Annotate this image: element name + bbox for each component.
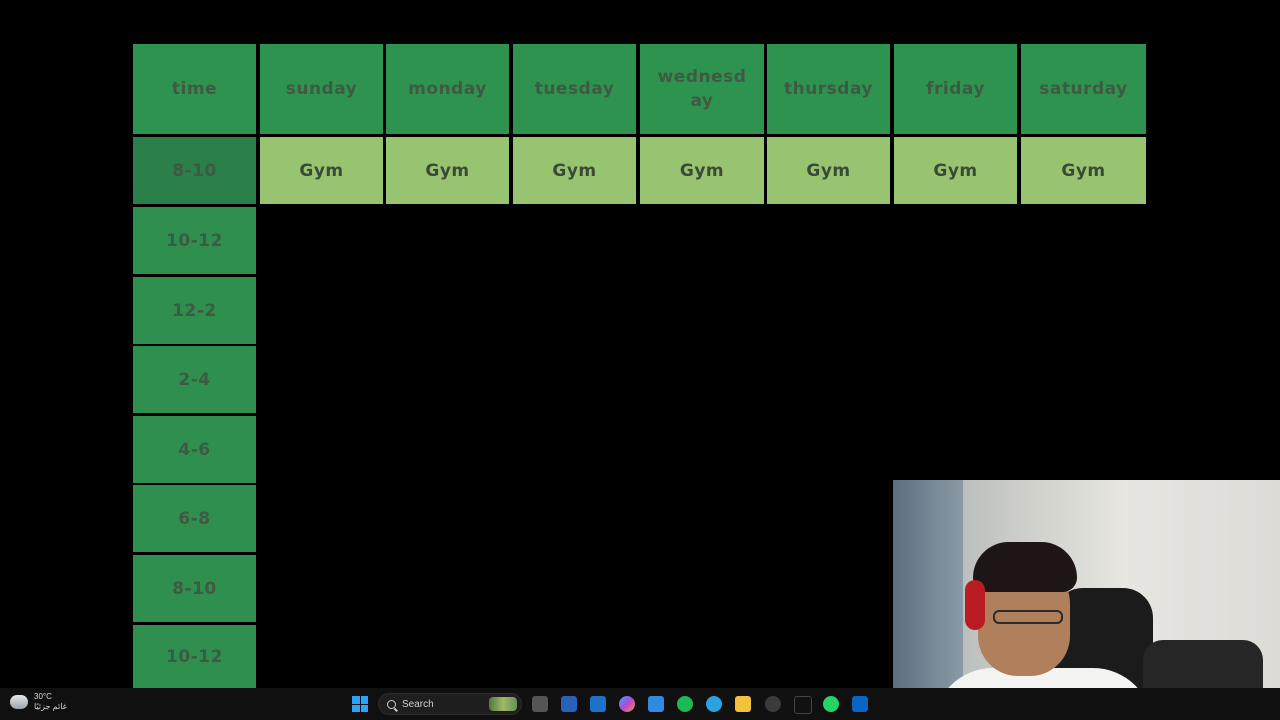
- cell-wednesday-8-10: Gym: [640, 137, 764, 204]
- search-highlight-icon: [489, 697, 517, 711]
- header-sunday: sunday: [260, 44, 383, 134]
- weather-temp: 30°C: [34, 692, 52, 701]
- cell-saturday-8-10: Gym: [1021, 137, 1146, 204]
- whatsapp-icon[interactable]: [823, 696, 839, 712]
- time-slot-4-6: 4-6: [133, 416, 256, 483]
- header-monday: monday: [386, 44, 509, 134]
- time-slot-6-8: 6-8: [133, 485, 256, 552]
- time-slot-2-4: 2-4: [133, 346, 256, 413]
- weather-widget[interactable]: 30°C غائم جزئيًا: [8, 690, 67, 712]
- partly-cloudy-icon: [8, 690, 28, 709]
- time-slot-12-2: 12-2: [133, 277, 256, 344]
- cell-sunday-8-10: Gym: [260, 137, 383, 204]
- search-placeholder: Search: [402, 698, 434, 710]
- header-tuesday: tuesday: [513, 44, 636, 134]
- header-saturday: saturday: [1021, 44, 1146, 134]
- store-icon[interactable]: [648, 696, 664, 712]
- cell-tuesday-8-10: Gym: [513, 137, 636, 204]
- cell-thursday-8-10: Gym: [767, 137, 890, 204]
- chrome-icon[interactable]: [765, 696, 781, 712]
- windows-start-icon[interactable]: [352, 696, 368, 712]
- cell-monday-8-10: Gym: [386, 137, 509, 204]
- taskbar: [0, 688, 1280, 720]
- header-friday: friday: [894, 44, 1017, 134]
- search-icon: [387, 699, 396, 709]
- cell-friday-8-10: Gym: [894, 137, 1017, 204]
- header-thursday: thursday: [767, 44, 890, 134]
- time-slot-8-10-evening: 8-10: [133, 555, 256, 622]
- task-view-icon[interactable]: [532, 696, 548, 712]
- time-slot-8-10: 8-10: [133, 137, 256, 204]
- header-time: time: [133, 44, 256, 134]
- tiktok-icon[interactable]: [794, 696, 812, 714]
- telegram-icon[interactable]: [706, 696, 722, 712]
- taskbar-search[interactable]: Search: [378, 693, 522, 715]
- header-wednesday: wednesday: [640, 44, 764, 134]
- weather-condition: غائم جزئيًا: [34, 702, 67, 711]
- word-icon[interactable]: [561, 696, 577, 712]
- copilot-icon[interactable]: [619, 696, 635, 712]
- spotify-icon[interactable]: [677, 696, 693, 712]
- linkedin-icon[interactable]: [852, 696, 868, 712]
- time-slot-10-12-night: 10-12: [133, 625, 256, 688]
- webcam-overlay: [893, 480, 1280, 720]
- time-slot-10-12: 10-12: [133, 207, 256, 274]
- outlook-icon[interactable]: [590, 696, 606, 712]
- file-explorer-icon[interactable]: [735, 696, 751, 712]
